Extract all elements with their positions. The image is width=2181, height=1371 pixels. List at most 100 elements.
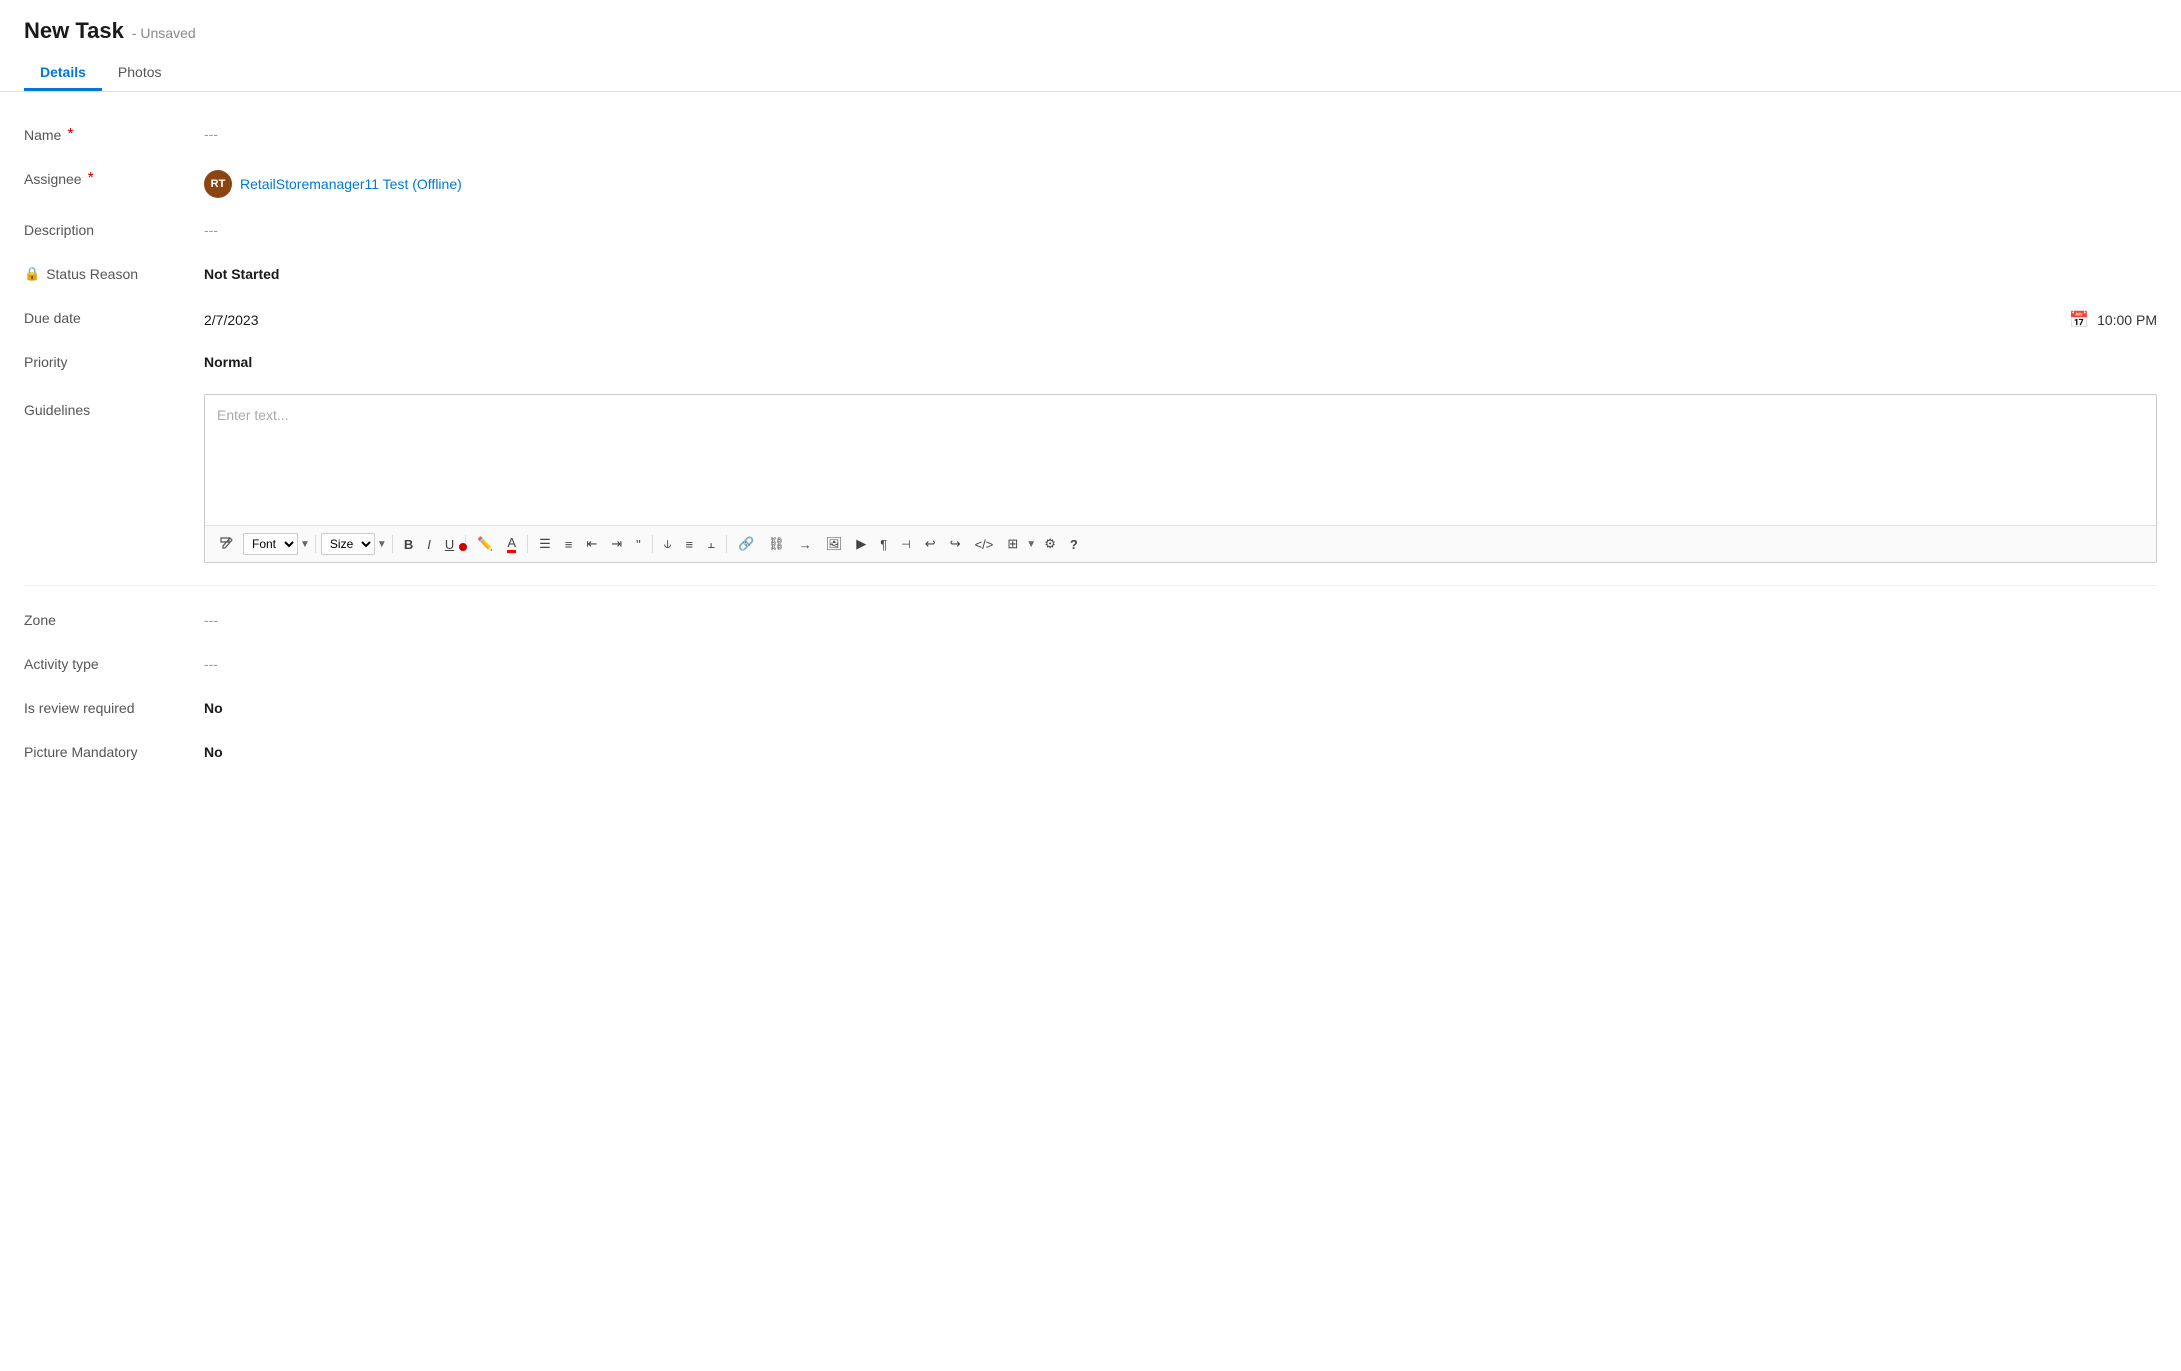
font-select[interactable]: Font [243, 533, 298, 555]
help-button[interactable]: ? [1064, 534, 1084, 555]
highlight-icon: ✏️ [477, 536, 493, 552]
unordered-list-icon: ☰ [539, 536, 551, 552]
media-icon: ▶ [856, 536, 866, 552]
source-icon: ⊣ [901, 538, 911, 551]
description-row: Description --- [24, 208, 2157, 252]
guidelines-section: Guidelines Enter text... Font ▼ Size ▼ [24, 384, 2157, 573]
ordered-list-button[interactable]: ≡ [559, 534, 579, 555]
show-blocks-button[interactable]: ¶ [874, 534, 893, 555]
code-button[interactable]: </> [969, 534, 1000, 555]
lock-icon: 🔒 [24, 266, 40, 282]
table-dropdown-icon: ▼ [1026, 539, 1036, 550]
due-date-inner: 2/7/2023 📅 10:00 PM [204, 310, 2157, 330]
toolbar-divider-6 [726, 535, 727, 553]
special-char-button[interactable]: → [793, 534, 818, 555]
settings-icon: ⚙ [1044, 536, 1056, 552]
due-date-label: Due date [24, 306, 204, 326]
image-icon: 🖼 [826, 536, 843, 552]
red-dot-indicator [459, 543, 467, 551]
name-label-text: Name [24, 127, 61, 143]
description-value[interactable]: --- [204, 218, 2157, 238]
show-blocks-icon: ¶ [880, 537, 887, 552]
redo-button[interactable]: ↪ [944, 533, 967, 555]
link-icon: 🔗 [738, 536, 754, 552]
zone-label: Zone [24, 608, 204, 628]
calendar-icon: 📅 [2069, 310, 2089, 330]
format-brush-button[interactable] [213, 533, 241, 555]
bold-button[interactable]: B [398, 534, 419, 555]
assignee-label-text: Assignee [24, 171, 82, 187]
size-select[interactable]: Size [321, 533, 375, 555]
description-label-text: Description [24, 222, 94, 238]
outdent-button[interactable]: ⇤ [580, 533, 603, 555]
highlight-button[interactable]: ✏️ [471, 533, 499, 555]
name-required-star: * [67, 126, 73, 144]
due-date-label-text: Due date [24, 310, 81, 326]
special-char-icon: → [799, 537, 812, 552]
underline-button[interactable]: U [439, 534, 460, 555]
activity-type-label-text: Activity type [24, 656, 99, 672]
help-icon: ? [1070, 537, 1078, 552]
italic-button[interactable]: I [421, 534, 437, 555]
link-button[interactable]: 🔗 [732, 533, 760, 555]
font-color-button[interactable]: A [501, 532, 522, 556]
is-review-required-value[interactable]: No [204, 696, 2157, 716]
assignee-required-star: * [88, 170, 94, 188]
assignee-label: Assignee * [24, 166, 204, 188]
font-color-icon: A [507, 535, 516, 553]
activity-type-value[interactable]: --- [204, 652, 2157, 672]
status-reason-label-text: Status Reason [46, 266, 138, 282]
page-header: New Task - Unsaved Details Photos [0, 0, 2181, 92]
section-divider [24, 585, 2157, 586]
name-row: Name * --- [24, 112, 2157, 156]
align-left-icon: ⫝ [664, 536, 672, 552]
undo-button[interactable]: ↩ [919, 533, 942, 555]
media-button[interactable]: ▶ [850, 533, 872, 555]
align-center-icon: ≡ [686, 537, 694, 552]
zone-label-text: Zone [24, 612, 56, 628]
table-button[interactable]: ⊞ [1001, 533, 1024, 555]
redo-icon: ↪ [950, 536, 961, 552]
size-dropdown-icon: ▼ [377, 539, 387, 550]
unlink-button[interactable]: ⛓ [762, 533, 791, 555]
image-button[interactable]: 🖼 [820, 533, 849, 555]
tab-details[interactable]: Details [24, 56, 102, 91]
priority-label: Priority [24, 350, 204, 370]
toolbar-divider-2 [392, 535, 393, 553]
editor-body[interactable]: Enter text... [205, 395, 2156, 525]
tab-photos[interactable]: Photos [102, 56, 178, 91]
align-right-button[interactable]: ⫠ [701, 533, 721, 555]
name-value[interactable]: --- [204, 122, 2157, 142]
due-date-content: 2/7/2023 📅 10:00 PM [204, 306, 2157, 330]
page-title: New Task - Unsaved [24, 18, 2157, 44]
picture-mandatory-value[interactable]: No [204, 740, 2157, 760]
settings-button[interactable]: ⚙ [1038, 533, 1062, 555]
priority-row: Priority Normal [24, 340, 2157, 384]
blockquote-button[interactable]: " [630, 534, 647, 555]
assignee-inner: RT RetailStoremanager11 Test (Offline) [204, 170, 2157, 198]
unlink-icon: ⛓ [768, 536, 785, 552]
assignee-row: Assignee * RT RetailStoremanager11 Test … [24, 156, 2157, 208]
guidelines-editor: Enter text... Font ▼ Size ▼ B I U [204, 394, 2157, 563]
indent-button[interactable]: ⇥ [605, 533, 628, 555]
status-reason-value[interactable]: Not Started [204, 262, 2157, 282]
assignee-value: RT RetailStoremanager11 Test (Offline) [204, 166, 2157, 198]
align-right-icon: ⫠ [707, 536, 715, 552]
page-title-sub: - Unsaved [132, 25, 196, 41]
code-icon: </> [975, 537, 994, 552]
editor-placeholder: Enter text... [217, 407, 289, 423]
priority-value[interactable]: Normal [204, 350, 2157, 370]
align-center-button[interactable]: ≡ [680, 534, 700, 555]
unordered-list-button[interactable]: ☰ [533, 533, 557, 555]
assignee-link[interactable]: RetailStoremanager11 Test (Offline) [240, 176, 462, 192]
align-left-button[interactable]: ⫝ [658, 533, 678, 555]
status-reason-label: 🔒 Status Reason [24, 262, 204, 282]
page-title-main: New Task [24, 18, 124, 44]
source-button[interactable]: ⊣ [895, 535, 917, 554]
guidelines-label-text: Guidelines [24, 402, 90, 418]
avatar: RT [204, 170, 232, 198]
due-date-row: Due date 2/7/2023 📅 10:00 PM [24, 296, 2157, 340]
zone-value[interactable]: --- [204, 608, 2157, 628]
due-date-value[interactable]: 2/7/2023 [204, 312, 2069, 328]
due-time-value[interactable]: 10:00 PM [2097, 312, 2157, 328]
